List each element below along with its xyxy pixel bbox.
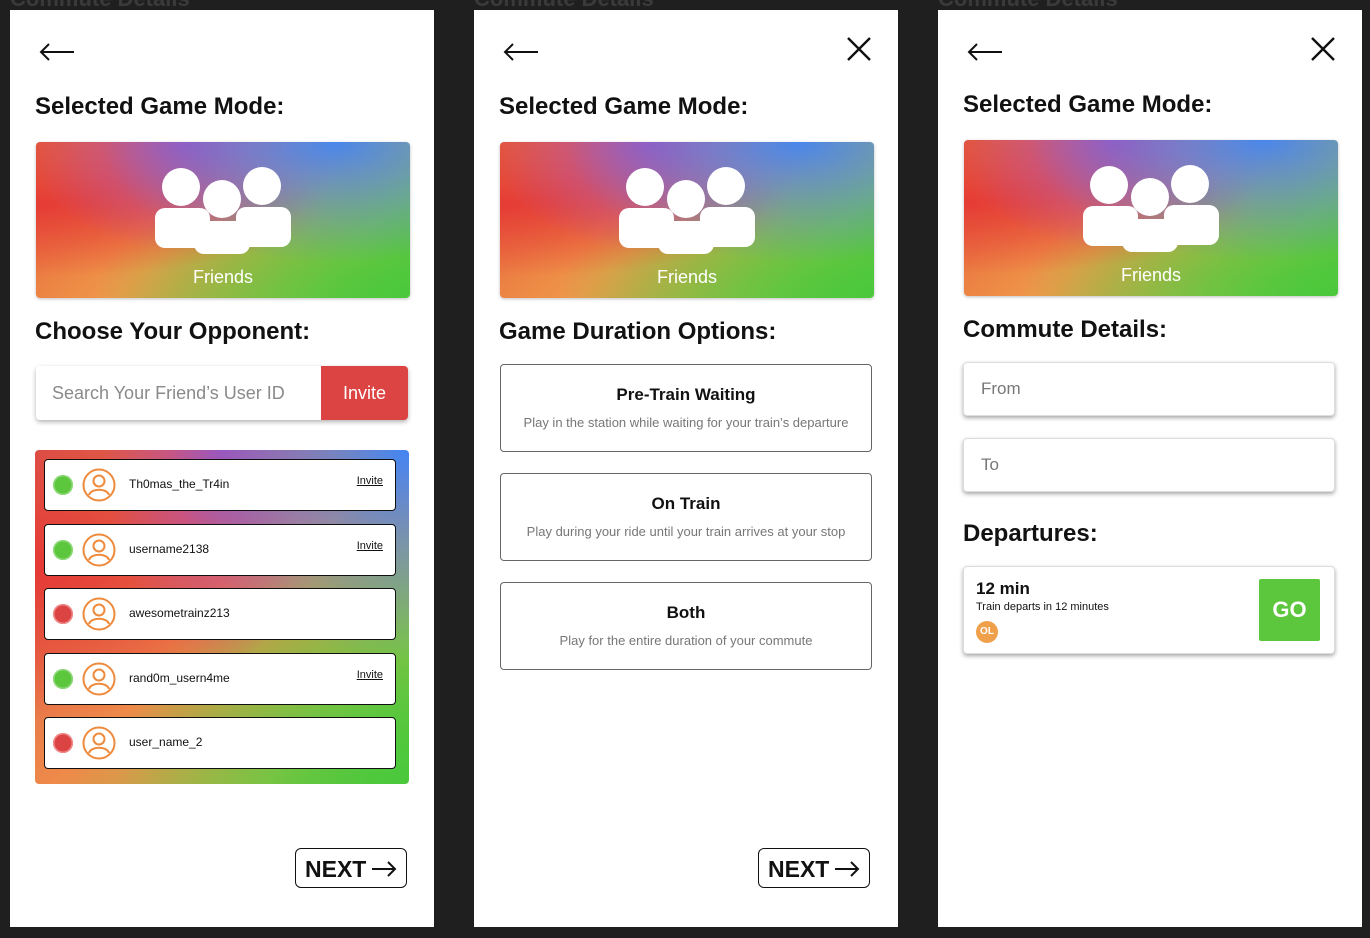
status-indicator bbox=[53, 540, 73, 560]
username: user_name_2 bbox=[129, 735, 203, 749]
screen-choose-opponent: Selected Game Mode: Friends Choose Your … bbox=[10, 10, 434, 927]
option-description: Play during your ride until your train a… bbox=[526, 524, 846, 539]
username: awesometrainz213 bbox=[129, 606, 230, 620]
departures-heading: Departures: bbox=[963, 520, 1098, 547]
list-item[interactable]: user_name_2 bbox=[44, 717, 396, 769]
line-badge: OL bbox=[976, 621, 998, 643]
departure-subtitle: Train departs in 12 minutes bbox=[976, 601, 1109, 613]
list-item[interactable]: awesometrainz213 bbox=[44, 588, 396, 640]
duration-option-pre-train[interactable]: Pre-Train Waiting Play in the station wh… bbox=[500, 364, 872, 452]
row-invite-link[interactable]: Invite bbox=[357, 475, 383, 487]
game-mode-label: Friends bbox=[1120, 265, 1182, 285]
user-avatar-icon bbox=[82, 726, 116, 760]
section-heading: Commute Details: bbox=[963, 316, 1168, 343]
from-input[interactable] bbox=[964, 363, 1334, 415]
next-label: NEXT bbox=[768, 856, 830, 882]
search-input[interactable] bbox=[36, 366, 320, 420]
close-icon[interactable] bbox=[1310, 36, 1336, 62]
status-indicator bbox=[53, 733, 73, 753]
option-title: On Train bbox=[651, 494, 721, 513]
departure-card: 12 min Train departs in 12 minutes OL GO bbox=[963, 566, 1335, 654]
friend-list: Th0mas_the_Tr4in Invite username2138 Inv… bbox=[35, 450, 409, 784]
user-avatar-icon bbox=[82, 533, 116, 567]
game-mode-label: Friends bbox=[192, 267, 254, 287]
section-heading: Game Duration Options: bbox=[499, 318, 777, 345]
row-invite-link[interactable]: Invite bbox=[357, 669, 383, 681]
screen-commute-details: Selected Game Mode: Friends Commute Deta… bbox=[938, 10, 1362, 927]
departure-time: 12 min bbox=[976, 579, 1030, 598]
arrow-right-icon bbox=[372, 861, 397, 877]
game-mode-banner: Friends bbox=[964, 140, 1338, 296]
next-button[interactable]: NEXT bbox=[295, 848, 407, 888]
list-item[interactable]: rand0m_usern4me Invite bbox=[44, 653, 396, 705]
username: username2138 bbox=[129, 542, 210, 556]
user-avatar-icon bbox=[82, 468, 116, 502]
list-item[interactable]: username2138 Invite bbox=[44, 524, 396, 576]
group-icon bbox=[1083, 165, 1219, 252]
arrow-left-icon[interactable] bbox=[38, 40, 76, 64]
user-avatar-icon bbox=[82, 597, 116, 631]
user-avatar-icon bbox=[82, 662, 116, 696]
page-title: Selected Game Mode: bbox=[499, 93, 749, 120]
page-title: Selected Game Mode: bbox=[35, 93, 285, 120]
section-heading: Choose Your Opponent: bbox=[35, 318, 311, 345]
duration-option-on-train[interactable]: On Train Play during your ride until you… bbox=[500, 473, 872, 561]
go-button[interactable]: GO bbox=[1259, 579, 1320, 641]
from-field bbox=[963, 362, 1335, 416]
status-indicator bbox=[53, 604, 73, 624]
row-invite-link[interactable]: Invite bbox=[357, 540, 383, 552]
to-field bbox=[963, 438, 1335, 492]
close-icon[interactable] bbox=[846, 36, 872, 62]
group-icon bbox=[155, 167, 291, 254]
status-indicator bbox=[53, 669, 73, 689]
screen-game-duration: Selected Game Mode: Friends Game Duratio… bbox=[474, 10, 898, 927]
game-mode-label: Friends bbox=[656, 267, 718, 287]
page-title: Selected Game Mode: bbox=[963, 91, 1213, 118]
arrow-left-icon[interactable] bbox=[966, 40, 1004, 64]
list-item[interactable]: Th0mas_the_Tr4in Invite bbox=[44, 459, 396, 511]
game-mode-banner: Friends bbox=[500, 142, 874, 298]
option-description: Play for the entire duration of your com… bbox=[559, 633, 813, 648]
group-icon bbox=[619, 167, 755, 254]
arrow-right-icon bbox=[835, 861, 860, 877]
game-mode-banner: Friends bbox=[36, 142, 410, 298]
arrow-left-icon[interactable] bbox=[502, 40, 540, 64]
friend-search: Invite bbox=[36, 366, 408, 420]
username: Th0mas_the_Tr4in bbox=[129, 477, 230, 491]
option-title: Both bbox=[666, 603, 706, 622]
option-description: Play in the station while waiting for yo… bbox=[523, 415, 849, 430]
to-input[interactable] bbox=[964, 439, 1334, 491]
invite-button[interactable]: Invite bbox=[321, 366, 408, 420]
duration-option-both[interactable]: Both Play for the entire duration of you… bbox=[500, 582, 872, 670]
username: rand0m_usern4me bbox=[129, 671, 230, 685]
next-label: NEXT bbox=[305, 856, 367, 882]
option-title: Pre-Train Waiting bbox=[616, 385, 756, 404]
status-indicator bbox=[53, 475, 73, 495]
next-button[interactable]: NEXT bbox=[758, 848, 870, 888]
